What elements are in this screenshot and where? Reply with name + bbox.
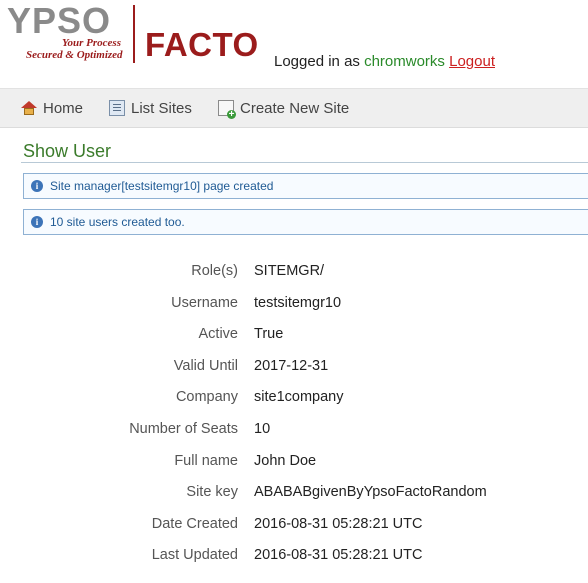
detail-label: Role(s) [191, 263, 238, 279]
current-username: chromworks [364, 53, 445, 70]
header: YPSO Your Process Secured & Optimized FA… [0, 0, 588, 88]
main-nav: Home List Sites Create New Site [0, 88, 588, 128]
home-icon [21, 100, 37, 116]
logo-tagline-line1: Your Process [62, 37, 121, 49]
detail-label: Site key [186, 484, 238, 500]
detail-label: Username [171, 295, 238, 311]
list-icon [109, 100, 125, 116]
detail-label: Active [198, 326, 239, 342]
logo-divider [133, 5, 135, 63]
logo-ypso: YPSO [7, 0, 112, 41]
detail-value: testsitemgr10 [254, 295, 342, 311]
nav-item-home[interactable]: Home [21, 89, 83, 127]
detail-label: Full name [174, 453, 238, 469]
nav-item-label: Home [43, 99, 84, 117]
detail-value: True [254, 326, 284, 342]
detail-value: 2016-08-31 05:28:21 UTC [254, 547, 423, 563]
info-icon: i [31, 216, 43, 228]
detail-row-valid-until: Valid Until 2017-12-31 [0, 358, 588, 380]
detail-value: site1company [254, 389, 344, 405]
title-divider [21, 162, 588, 163]
detail-row-active: Active True [0, 326, 588, 348]
detail-value: ABABABgivenByYpsoFactoRandom [254, 484, 487, 500]
logged-in-prefix: Logged in as [274, 53, 360, 70]
login-status: Logged in as chromworks Logout [274, 53, 495, 70]
info-icon: i [31, 180, 43, 192]
detail-row-full-name: Full name John Doe [0, 453, 588, 475]
detail-row-company: Company site1company [0, 389, 588, 411]
logout-link[interactable]: Logout [449, 53, 495, 70]
detail-row-date-created: Date Created 2016-08-31 05:28:21 UTC [0, 516, 588, 538]
flash-message: i Site manager[testsitemgr10] page creat… [23, 173, 588, 199]
detail-label: Company [175, 389, 238, 405]
logo-facto: FACTO [145, 26, 259, 63]
detail-value: SITEMGR/ [254, 263, 325, 279]
nav-item-list-sites[interactable]: List Sites [109, 89, 192, 127]
detail-value: 2017-12-31 [254, 358, 329, 374]
detail-label: Last Updated [151, 547, 238, 563]
page-title: Show User [23, 141, 112, 161]
detail-row-username: Username testsitemgr10 [0, 295, 588, 317]
detail-label: Valid Until [173, 358, 238, 374]
nav-item-label: List Sites [131, 99, 192, 117]
detail-value: John Doe [254, 453, 317, 469]
flash-message-text: Site manager[testsitemgr10] page created [50, 179, 274, 193]
nav-item-label: Create New Site [240, 99, 350, 117]
detail-value: 10 [254, 421, 271, 437]
detail-row-site-key: Site key ABABABgivenByYpsoFactoRandom [0, 484, 588, 506]
detail-label: Number of Seats [129, 421, 238, 437]
detail-row-roles: Role(s) SITEMGR/ [0, 263, 588, 285]
flash-message: i 10 site users created too. [23, 209, 588, 235]
detail-row-last-updated: Last Updated 2016-08-31 05:28:21 UTC [0, 547, 588, 569]
new-site-icon [218, 100, 236, 119]
nav-item-create-new-site[interactable]: Create New Site [218, 89, 349, 127]
detail-row-number-of-seats: Number of Seats 10 [0, 421, 588, 443]
detail-label: Date Created [151, 516, 238, 532]
logo-tagline-line2: Secured & Optimized [26, 49, 123, 61]
flash-message-text: 10 site users created too. [50, 215, 185, 229]
detail-value: 2016-08-31 05:28:21 UTC [254, 516, 423, 532]
